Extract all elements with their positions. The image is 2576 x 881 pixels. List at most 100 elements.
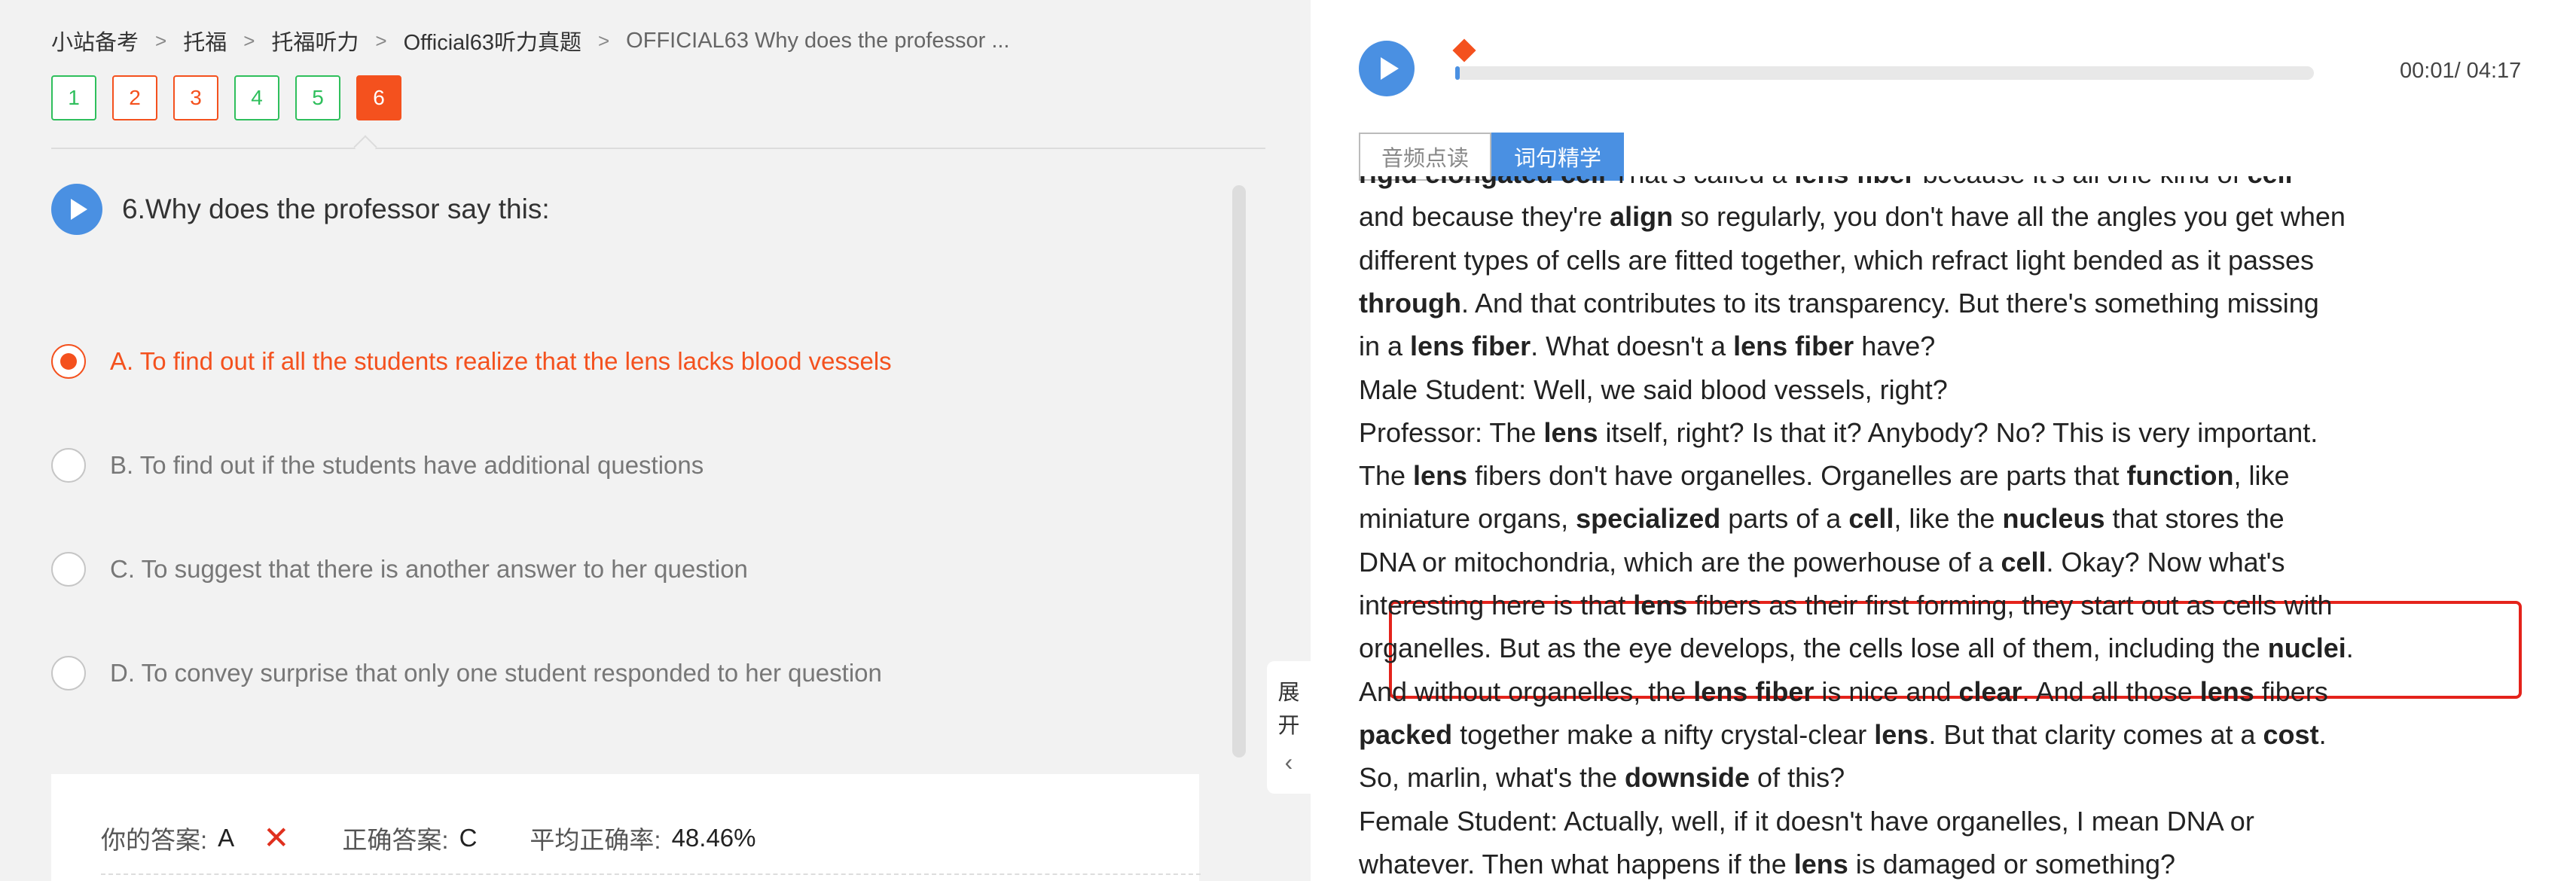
transcript-line: in a lens fiber. What doesn't a lens fib… (1359, 325, 1935, 367)
play-icon (71, 199, 87, 220)
transcript-segment: Professor: The (1359, 416, 1544, 448)
divider (51, 148, 1265, 149)
audio-progress-fill (1455, 66, 1460, 80)
keyword[interactable]: nuclei (2268, 633, 2346, 663)
transcript-segment: together make a nifty crystal-clear (1452, 718, 1875, 750)
transcript-segment: . But that clarity comes at a (1928, 718, 2263, 750)
transcript-segment: . (2318, 718, 2327, 750)
keyword[interactable]: lens (1413, 460, 1467, 491)
audio-play-button[interactable] (1359, 41, 1415, 96)
question-play-button[interactable] (51, 184, 102, 235)
question-number-2[interactable]: 2 (112, 75, 157, 120)
keyword[interactable]: lens (1543, 417, 1598, 448)
transcript-line: interesting here is that lens fibers as … (1359, 584, 2333, 626)
question-pane: 小站备考 > 托福 > 托福听力 > Official63听力真题 > OFFI… (0, 0, 1311, 881)
keyword[interactable]: lens fiber (1693, 676, 1814, 707)
question-scrollbar[interactable] (1232, 185, 1246, 758)
keyword[interactable]: lens (1633, 590, 1687, 620)
transcript-tabs: 音频点读 词句精学 (1359, 133, 1625, 181)
transcript-segment: that stores the (2104, 503, 2285, 535)
keyword[interactable]: nucleus (2002, 503, 2104, 534)
question-number-6[interactable]: 6 (356, 75, 401, 120)
radio-icon[interactable] (51, 552, 86, 587)
wrong-icon: ✕ (263, 820, 290, 855)
transcript-segment: Male Student: Well, we said blood vessel… (1359, 373, 1948, 405)
transcript-segment: fibers as their first forming, they star… (1687, 590, 2333, 620)
transcript-text: rigid elongated cell That's called a len… (1359, 176, 2534, 881)
keyword[interactable]: lens fiber (1794, 176, 1915, 189)
option-d-text: D. To convey surprise that only one stud… (110, 659, 882, 687)
keyword[interactable]: align (1610, 201, 1673, 232)
keyword[interactable]: cell (2248, 176, 2293, 189)
breadcrumb-item-listening[interactable]: 托福听力 (271, 25, 359, 56)
breadcrumb: 小站备考 > 托福 > 托福听力 > Official63听力真题 > OFFI… (51, 26, 1009, 56)
transcript-line: And without organelles, the lens fiber i… (1359, 670, 2328, 713)
transcript-segment: in a (1359, 331, 1411, 362)
transcript-segment: . Okay? Now what's (2046, 546, 2285, 578)
transcript-line: organelles. But as the eye develops, the… (1359, 626, 2354, 669)
breadcrumb-item-official63[interactable]: Official63听力真题 (404, 25, 581, 56)
transcript-segment: organelles. But as the eye develops, the… (1359, 633, 2268, 664)
breadcrumb-item-toefl[interactable]: 托福 (183, 25, 227, 56)
breadcrumb-separator: > (597, 29, 610, 52)
transcript-segment: , like (2233, 460, 2290, 492)
keyword[interactable]: specialized (1576, 503, 1720, 534)
breadcrumb-separator: > (155, 29, 167, 52)
question-number-bar: 1 2 3 4 5 6 (51, 75, 401, 120)
keyword[interactable]: downside (1625, 762, 1750, 793)
question-number-4[interactable]: 4 (234, 75, 279, 120)
radio-selected-icon[interactable] (51, 344, 86, 379)
transcript-segment: interesting here is that (1359, 590, 1634, 620)
transcript-line: So, marlin, what's the downside of this? (1359, 756, 1845, 799)
transcript-segment: . What doesn't a (1531, 331, 1734, 362)
question-number-5[interactable]: 5 (295, 75, 340, 120)
radio-icon[interactable] (51, 656, 86, 690)
keyword[interactable]: packed (1359, 719, 1452, 750)
audio-progress-track[interactable] (1451, 38, 2314, 80)
keyword[interactable]: cell (1848, 503, 1894, 534)
breadcrumb-item-home[interactable]: 小站备考 (51, 25, 139, 56)
question-number-1[interactable]: 1 (51, 75, 96, 120)
transcript-line: miniature organs, specialized parts of a… (1359, 497, 2285, 540)
audio-progress-thumb[interactable] (1451, 38, 1476, 62)
keyword[interactable]: lens fiber (1410, 331, 1531, 361)
keyword[interactable]: lens (2200, 676, 2254, 707)
transcript-segment: Female Student: Actually, well, if it do… (1359, 805, 2254, 837)
radio-icon[interactable] (51, 448, 86, 483)
expand-toggle[interactable]: 展 开 ‹ (1267, 661, 1311, 794)
tab-word-study[interactable]: 词句精学 (1491, 133, 1625, 181)
transcript-segment: So, marlin, what's the (1359, 762, 1625, 794)
keyword[interactable]: cell (2001, 547, 2046, 578)
average-rate-value: 48.46% (671, 823, 756, 852)
transcript-line: DNA or mitochondria, which are the power… (1359, 541, 2285, 584)
keyword[interactable]: clear (1958, 676, 2022, 707)
keyword[interactable]: rigid elongated cell (1359, 176, 1606, 189)
transcript-segment: , like the (1894, 503, 2003, 535)
keyword[interactable]: lens fiber (1733, 331, 1854, 361)
keyword[interactable]: lens (1794, 849, 1848, 879)
transcript-segment: fibers don't have organelles. Organelles… (1467, 460, 2127, 492)
keyword[interactable]: through (1359, 288, 1461, 319)
transcript-segment: so regularly, you don't have all the ang… (1673, 201, 2346, 233)
keyword[interactable]: cost (2263, 719, 2319, 750)
keyword[interactable]: function (2126, 460, 2233, 491)
breadcrumb-current: OFFICIAL63 Why does the professor ... (626, 28, 1010, 53)
transcript-segment: . And that contributes to its transparen… (1460, 287, 2319, 319)
transcript-line: Female Student: Actually, well, if it do… (1359, 800, 2254, 843)
keyword[interactable]: lens (1874, 719, 1928, 750)
tab-audio-reading[interactable]: 音频点读 (1359, 133, 1492, 181)
breadcrumb-separator: > (375, 29, 387, 52)
transcript-line: packed together make a nifty crystal-cle… (1359, 713, 2327, 756)
transcript-segment: DNA or mitochondria, which are the power… (1359, 546, 2001, 578)
option-c[interactable]: C. To suggest that there is another answ… (51, 536, 892, 602)
transcript-segment: of this? (1750, 762, 1845, 794)
transcript-segment: . (2346, 633, 2354, 664)
play-icon (1380, 57, 1399, 80)
option-b[interactable]: B. To find out if the students have addi… (51, 432, 892, 498)
active-indicator-caret (353, 135, 377, 159)
option-d[interactable]: D. To convey surprise that only one stud… (51, 640, 892, 706)
transcript-segment: fibers (2254, 675, 2328, 707)
option-a[interactable]: A. To find out if all the students reali… (51, 328, 892, 395)
transcript-line: The lens fibers don't have organelles. O… (1359, 454, 2289, 497)
question-number-3[interactable]: 3 (173, 75, 218, 120)
